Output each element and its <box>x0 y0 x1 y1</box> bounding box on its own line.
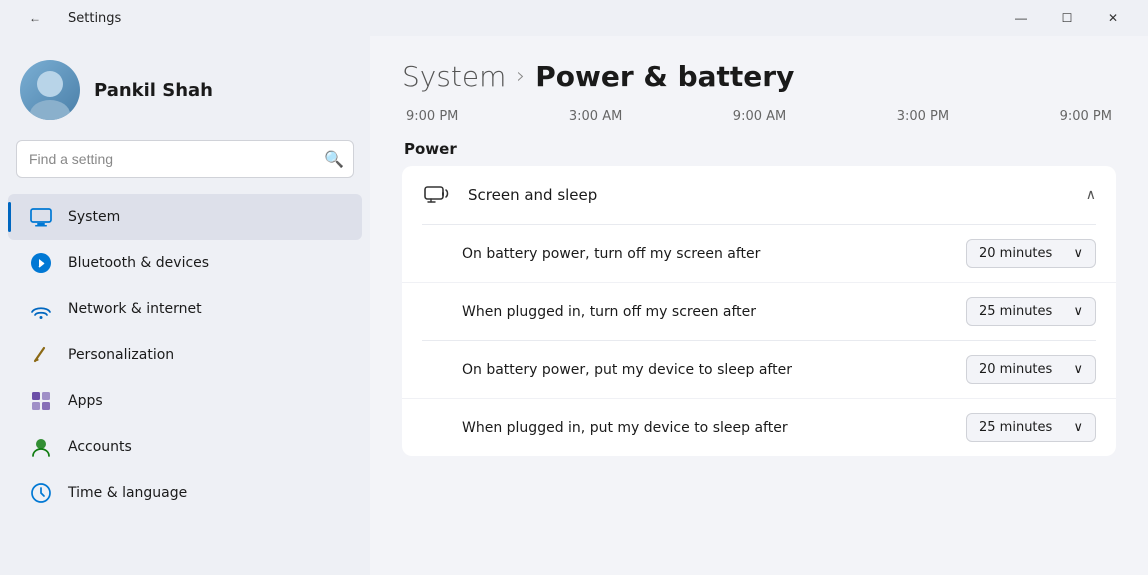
setting-value-2: 20 minutes <box>979 362 1052 377</box>
time-axis: 9:00 PM 3:00 AM 9:00 AM 3:00 PM 9:00 PM <box>402 109 1116 124</box>
titlebar: ← Settings — ☐ ✕ <box>0 0 1148 36</box>
sidebar-item-system[interactable]: System <box>8 194 362 240</box>
search-box: 🔍 <box>16 140 354 178</box>
sidebar-item-time[interactable]: Time & language <box>8 470 362 516</box>
screen-sleep-header[interactable]: Screen and sleep ∧ <box>402 166 1116 224</box>
app-body: Pankil Shah 🔍 System <box>0 36 1148 575</box>
minimize-button[interactable]: — <box>998 0 1044 36</box>
network-icon <box>28 296 54 322</box>
sidebar-label-network: Network & internet <box>68 301 202 317</box>
sidebar-label-accounts: Accounts <box>68 439 132 455</box>
setting-row-0: On battery power, turn off my screen aft… <box>402 225 1116 282</box>
breadcrumb-parent: System <box>402 60 506 93</box>
search-icon: 🔍 <box>324 150 344 169</box>
profile-name: Pankil Shah <box>94 80 213 101</box>
main-content: System › Power & battery 9:00 PM 3:00 AM… <box>370 36 1148 575</box>
time-icon <box>28 480 54 506</box>
setting-label-1: When plugged in, turn off my screen afte… <box>462 304 966 320</box>
sidebar-item-network[interactable]: Network & internet <box>8 286 362 332</box>
collapse-icon: ∧ <box>1086 187 1096 203</box>
system-icon <box>28 204 54 230</box>
sidebar-item-accounts[interactable]: Accounts <box>8 424 362 470</box>
setting-row-1: When plugged in, turn off my screen afte… <box>402 282 1116 340</box>
dropdown-arrow-0: ∨ <box>1073 246 1083 261</box>
setting-value-1: 25 minutes <box>979 304 1052 319</box>
screen-sleep-title: Screen and sleep <box>468 186 1070 204</box>
screen-sleep-card: Screen and sleep ∧ On battery power, tur… <box>402 166 1116 456</box>
breadcrumb-current: Power & battery <box>535 60 794 93</box>
maximize-button[interactable]: ☐ <box>1044 0 1090 36</box>
dropdown-arrow-1: ∨ <box>1073 304 1083 319</box>
setting-label-3: When plugged in, put my device to sleep … <box>462 420 966 436</box>
sidebar-label-bluetooth: Bluetooth & devices <box>68 255 209 271</box>
time-label-2: 9:00 AM <box>733 109 786 124</box>
apps-icon <box>28 388 54 414</box>
avatar <box>20 60 80 120</box>
accounts-icon <box>28 434 54 460</box>
close-button[interactable]: ✕ <box>1090 0 1136 36</box>
setting-select-3[interactable]: 25 minutes ∨ <box>966 413 1096 442</box>
setting-label-2: On battery power, put my device to sleep… <box>462 362 966 378</box>
bluetooth-icon <box>28 250 54 276</box>
back-button[interactable]: ← <box>12 0 58 36</box>
search-input[interactable] <box>16 140 354 178</box>
power-section-label: Power <box>402 140 1116 158</box>
sidebar-label-system: System <box>68 209 120 225</box>
setting-row-2: On battery power, put my device to sleep… <box>402 341 1116 398</box>
screen-sleep-icon <box>422 180 452 210</box>
breadcrumb: System › Power & battery <box>402 60 1116 93</box>
setting-row-3: When plugged in, put my device to sleep … <box>402 398 1116 456</box>
window-controls: — ☐ ✕ <box>998 0 1136 36</box>
sidebar: Pankil Shah 🔍 System <box>0 36 370 575</box>
sidebar-label-time: Time & language <box>68 485 187 501</box>
sidebar-item-apps[interactable]: Apps <box>8 378 362 424</box>
setting-select-0[interactable]: 20 minutes ∨ <box>966 239 1096 268</box>
setting-select-2[interactable]: 20 minutes ∨ <box>966 355 1096 384</box>
sidebar-label-personalization: Personalization <box>68 347 174 363</box>
time-label-3: 3:00 PM <box>897 109 949 124</box>
dropdown-arrow-2: ∨ <box>1073 362 1083 377</box>
setting-value-0: 20 minutes <box>979 246 1052 261</box>
time-label-0: 9:00 PM <box>406 109 458 124</box>
sidebar-item-bluetooth[interactable]: Bluetooth & devices <box>8 240 362 286</box>
time-label-1: 3:00 AM <box>569 109 622 124</box>
back-icon: ← <box>29 11 41 25</box>
sidebar-item-personalization[interactable]: Personalization <box>8 332 362 378</box>
sidebar-label-apps: Apps <box>68 393 103 409</box>
setting-label-0: On battery power, turn off my screen aft… <box>462 246 966 262</box>
titlebar-title: Settings <box>68 11 121 26</box>
profile-section: Pankil Shah <box>0 36 370 140</box>
time-label-4: 9:00 PM <box>1060 109 1112 124</box>
personalization-icon <box>28 342 54 368</box>
setting-value-3: 25 minutes <box>979 420 1052 435</box>
breadcrumb-separator: › <box>516 64 525 89</box>
setting-select-1[interactable]: 25 minutes ∨ <box>966 297 1096 326</box>
dropdown-arrow-3: ∨ <box>1073 420 1083 435</box>
